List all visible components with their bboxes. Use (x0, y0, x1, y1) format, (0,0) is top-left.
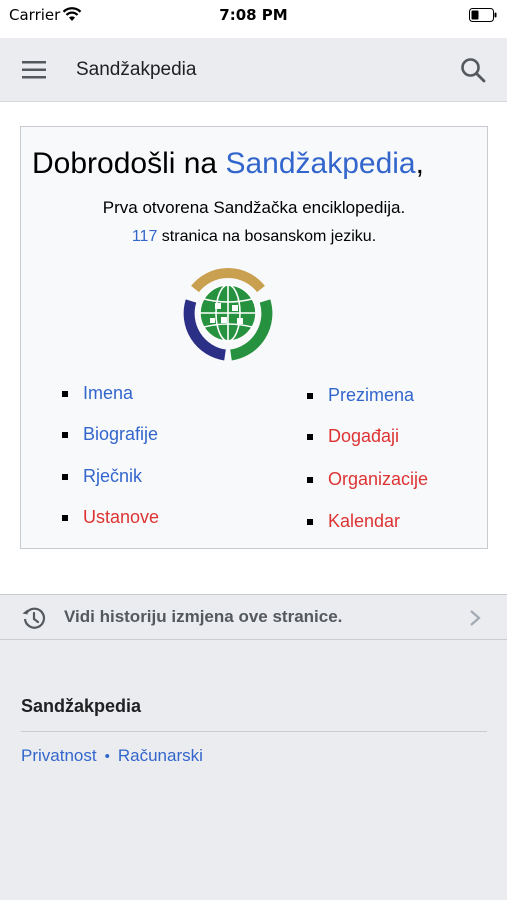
article-count: 117 stranica na bosanskom jeziku. (21, 228, 487, 246)
battery-icon (469, 8, 497, 22)
portal-link-item: Imena (62, 383, 133, 404)
globe-logo-icon (183, 268, 273, 361)
footer-links: Privatnost • Računarski (21, 746, 203, 766)
site-name-link[interactable]: Sandžakpedia (225, 147, 415, 180)
welcome-prefix: Dobrodošli na (32, 147, 226, 180)
portal-link-item: Ustanove (62, 507, 159, 528)
chevron-right-icon (470, 610, 481, 626)
portal-link-item: Događaji (307, 426, 399, 447)
hamburger-menu-icon[interactable] (20, 58, 48, 82)
portal-link-item: Rječnik (62, 466, 142, 487)
bullet-icon (62, 515, 68, 521)
portal-link-item: Biografije (62, 424, 158, 445)
portal-link[interactable]: Kalendar (328, 511, 400, 531)
search-icon[interactable] (459, 56, 487, 84)
footer-divider (21, 731, 487, 732)
page-history-bar[interactable]: Vidi historiju izmjena ove stranice. (0, 594, 507, 640)
portal-link[interactable]: Biografije (83, 424, 158, 444)
history-label: Vidi historiju izmjena ove stranice. (64, 607, 343, 626)
portal-link-item: Prezimena (307, 385, 414, 406)
bullet-icon (307, 477, 313, 483)
footer: Sandžakpedia Privatnost • Računarski (0, 640, 507, 900)
app-header: Sandžakpedia (0, 38, 507, 102)
footer-link-computing[interactable]: Računarski (118, 746, 203, 765)
main-content: Dobrodošli na Sandžakpedia, Prva otvoren… (0, 102, 507, 594)
bullet-icon (62, 432, 68, 438)
portal-link[interactable]: Rječnik (83, 466, 142, 486)
footer-title: Sandžakpedia (21, 696, 142, 716)
footer-link-privacy[interactable]: Privatnost (21, 746, 97, 765)
portal-link-item: Organizacije (307, 469, 428, 490)
bullet-icon (307, 519, 313, 525)
article-count-suffix: stranica na bosanskom jeziku. (157, 228, 377, 245)
status-bar: Carrier 7:08 PM (0, 0, 507, 38)
history-icon (22, 607, 46, 629)
bullet-icon (62, 391, 68, 397)
portal-link-item: Kalendar (307, 511, 400, 532)
welcome-title: Dobrodošli na Sandžakpedia, (32, 147, 424, 181)
tagline: Prva otvorena Sandžačka enciklopedija. (102, 198, 406, 217)
portal-link[interactable]: Prezimena (328, 385, 414, 405)
article-count-link[interactable]: 117 (132, 228, 158, 245)
portal-link[interactable]: Imena (83, 383, 133, 403)
bullet-icon (307, 393, 313, 399)
footer-separator: • (104, 748, 110, 765)
bullet-icon (62, 474, 68, 480)
welcome-box: Dobrodošli na Sandžakpedia, Prva otvoren… (20, 126, 488, 549)
portal-link[interactable]: Događaji (328, 426, 399, 446)
bullet-icon (307, 434, 313, 440)
header-title: Sandžakpedia (76, 59, 197, 80)
portal-link[interactable]: Organizacije (328, 469, 428, 489)
welcome-suffix: , (415, 147, 424, 180)
clock: 7:08 PM (219, 6, 288, 24)
portal-link[interactable]: Ustanove (83, 507, 159, 527)
